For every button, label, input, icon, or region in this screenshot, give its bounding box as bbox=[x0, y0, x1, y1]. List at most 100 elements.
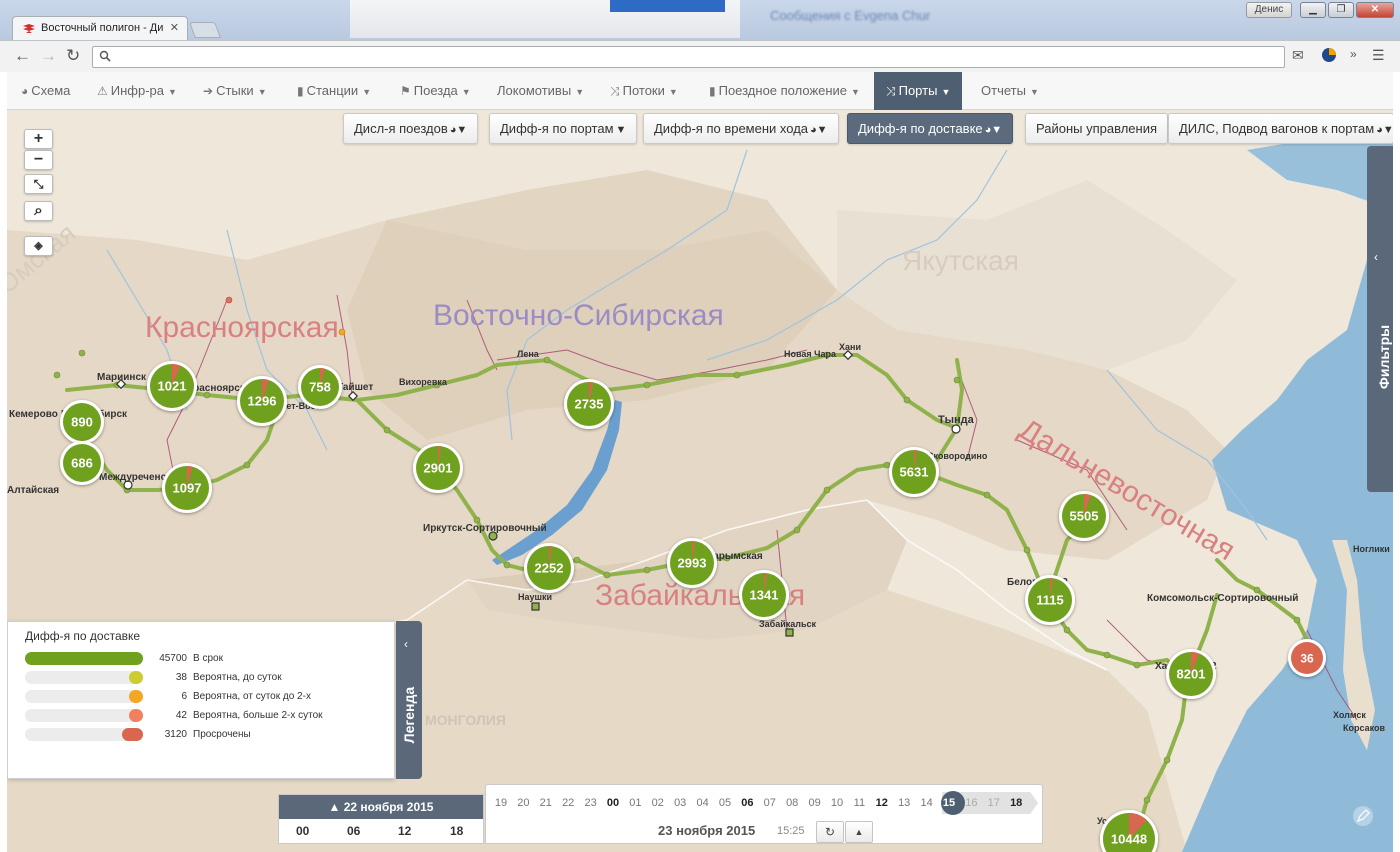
maximize-button[interactable]: ❐ bbox=[1328, 2, 1354, 18]
browser-tab[interactable]: Восточный полигон - Ди ✕ bbox=[12, 16, 188, 40]
layer-button[interactable]: Дифф-я по времени хода ◕▼ bbox=[643, 113, 839, 144]
timeline-hour[interactable]: 01 bbox=[625, 797, 645, 809]
nav-active-item[interactable]: ⤨ Порты ▼ bbox=[874, 72, 963, 110]
nav-item[interactable]: ◕ Схема bbox=[21, 72, 70, 110]
fit-extent-icon[interactable]: ⤡ bbox=[24, 174, 53, 194]
timeline-hour[interactable]: 19 bbox=[491, 797, 511, 809]
pencil-icon[interactable] bbox=[1353, 806, 1373, 826]
nav-item[interactable]: Локомотивы ▼ bbox=[497, 72, 584, 110]
minimize-button[interactable]: ▁ bbox=[1300, 2, 1326, 18]
forward-arrow-icon[interactable]: → bbox=[40, 47, 57, 65]
prev-day-hour[interactable]: 06 bbox=[347, 824, 360, 838]
timeline-hour[interactable]: 10 bbox=[827, 797, 847, 809]
globe-filter-icon[interactable]: ◕▼ bbox=[985, 124, 1003, 136]
timeline-hour[interactable]: 03 bbox=[670, 797, 690, 809]
timeline-hour[interactable]: 02 bbox=[648, 797, 668, 809]
prev-day-hour[interactable]: 18 bbox=[450, 824, 463, 838]
train-cluster[interactable]: 758 bbox=[298, 365, 342, 409]
train-cluster[interactable]: 8201 bbox=[1166, 649, 1216, 699]
refresh-button[interactable]: ↻ bbox=[816, 821, 844, 843]
timeline-hour[interactable]: 06 bbox=[737, 797, 757, 809]
train-cluster[interactable]: 686 bbox=[60, 441, 104, 485]
timeline-hour[interactable]: 15 bbox=[939, 797, 959, 809]
globe-filter-icon[interactable]: ◕▼ bbox=[810, 124, 828, 136]
zoom-in-button[interactable]: + bbox=[24, 129, 53, 149]
train-cluster[interactable]: 1296 bbox=[237, 376, 287, 426]
nav-item[interactable]: ➔ Стыки ▼ bbox=[203, 72, 267, 110]
train-cluster[interactable]: 1021 bbox=[147, 361, 197, 411]
train-cluster[interactable]: 5505 bbox=[1059, 491, 1109, 541]
nav-item[interactable]: ⚑ Поезда ▼ bbox=[400, 72, 471, 110]
timeline-hour[interactable]: 07 bbox=[760, 797, 780, 809]
window-close-button[interactable]: ✕ bbox=[1356, 2, 1394, 18]
timeline-hour[interactable]: 20 bbox=[513, 797, 533, 809]
train-cluster[interactable]: 2993 bbox=[667, 538, 717, 588]
prev-day-hour[interactable]: 12 bbox=[398, 824, 411, 838]
nav-item[interactable]: ⤨ Потоки ▼ bbox=[610, 72, 678, 110]
bar-chart-icon: ▮ bbox=[709, 84, 716, 98]
legend-toggle-tab[interactable]: ‹ Легенда bbox=[396, 621, 422, 779]
map-search-icon[interactable]: ⌕ bbox=[24, 201, 53, 221]
timeline-hour[interactable]: 23 bbox=[581, 797, 601, 809]
eye-toggle-icon[interactable]: ◈ bbox=[24, 236, 53, 256]
nav-item-label: Схема bbox=[31, 83, 71, 98]
timeline-clock: 15:25 bbox=[777, 825, 805, 837]
timeline-hour[interactable]: 18 bbox=[1006, 797, 1026, 809]
caret-down-icon: ▼ bbox=[362, 87, 372, 97]
previous-day-button[interactable]: ▲ 22 ноября 2015 bbox=[279, 795, 483, 819]
nav-item[interactable]: ▮ Станции ▼ bbox=[297, 72, 371, 110]
timeline-hour[interactable]: 09 bbox=[805, 797, 825, 809]
layer-button[interactable]: Дисл-я поездов ◕▼ bbox=[343, 113, 479, 144]
nav-item[interactable]: ⚠ Инфр-ра ▼ bbox=[97, 72, 177, 110]
tab-close-icon[interactable]: ✕ bbox=[170, 21, 179, 34]
nav-item[interactable]: ▮ Поездное положение ▼ bbox=[709, 72, 860, 110]
timeline-hour[interactable]: 04 bbox=[693, 797, 713, 809]
mail-icon[interactable]: ✉ bbox=[1292, 47, 1304, 64]
collapse-up-button[interactable]: ▲ bbox=[845, 821, 873, 843]
cluster-count: 758 bbox=[309, 380, 331, 395]
nav-item-label: Отчеты bbox=[981, 83, 1026, 98]
layer-button[interactable]: Дифф-я по портам ▼ bbox=[489, 113, 638, 144]
globe-filter-icon[interactable]: ▼ bbox=[616, 124, 627, 136]
map-view[interactable]: Красноярская Восточно-Сибирская Якутская… bbox=[7, 110, 1393, 852]
timeline-hour[interactable]: 08 bbox=[782, 797, 802, 809]
station-label: Тайшет bbox=[337, 382, 373, 393]
more-extensions-icon[interactable]: » bbox=[1350, 47, 1357, 61]
train-cluster[interactable]: 2735 bbox=[564, 379, 614, 429]
timeline-hour[interactable]: 00 bbox=[603, 797, 623, 809]
menu-icon[interactable]: ☰ bbox=[1372, 47, 1385, 64]
nav-item[interactable]: Отчеты ▼ bbox=[981, 72, 1039, 110]
train-cluster[interactable]: 1097 bbox=[162, 463, 212, 513]
tab-title: Восточный полигон - Ди bbox=[41, 22, 164, 34]
prev-day-hour[interactable]: 00 bbox=[296, 824, 309, 838]
train-cluster[interactable]: 890 bbox=[60, 400, 104, 444]
timeline-hour[interactable]: 16 bbox=[961, 797, 981, 809]
zoom-out-button[interactable]: − bbox=[24, 150, 53, 170]
timeline-hour[interactable]: 14 bbox=[917, 797, 937, 809]
timeline-hour[interactable]: 05 bbox=[715, 797, 735, 809]
timeline-hour[interactable]: 11 bbox=[849, 797, 869, 809]
train-cluster[interactable]: 1115 bbox=[1025, 575, 1075, 625]
train-cluster[interactable]: 36 bbox=[1288, 639, 1326, 677]
filters-panel-tab[interactable]: ‹ Фильтры bbox=[1367, 146, 1393, 492]
layer-button[interactable]: ДИЛС, Подвод вагонов к портам ◕▼ bbox=[1168, 113, 1393, 144]
train-cluster[interactable]: 1341 bbox=[739, 570, 789, 620]
layer-button[interactable]: Дифф-я по доставке ◕▼ bbox=[847, 113, 1014, 144]
extension-icon[interactable] bbox=[1321, 47, 1337, 63]
train-cluster[interactable]: 2252 bbox=[524, 543, 574, 593]
timeline-hour[interactable]: 17 bbox=[984, 797, 1004, 809]
new-tab-button[interactable] bbox=[189, 22, 221, 38]
globe-filter-icon[interactable]: ◕▼ bbox=[1376, 124, 1393, 136]
layer-button[interactable]: Районы управления bbox=[1025, 113, 1168, 144]
timeline-hour[interactable]: 12 bbox=[872, 797, 892, 809]
train-cluster[interactable]: 5631 bbox=[889, 447, 939, 497]
back-arrow-icon[interactable]: ← bbox=[14, 47, 31, 65]
timeline-hour[interactable]: 22 bbox=[558, 797, 578, 809]
train-cluster[interactable]: 2901 bbox=[413, 443, 463, 493]
globe-filter-icon[interactable]: ◕▼ bbox=[450, 124, 468, 136]
caret-down-icon: ▼ bbox=[168, 87, 177, 97]
timeline-hour[interactable]: 21 bbox=[536, 797, 556, 809]
reload-icon[interactable]: ↻ bbox=[66, 47, 80, 65]
address-bar[interactable] bbox=[92, 46, 1285, 68]
timeline-hour[interactable]: 13 bbox=[894, 797, 914, 809]
